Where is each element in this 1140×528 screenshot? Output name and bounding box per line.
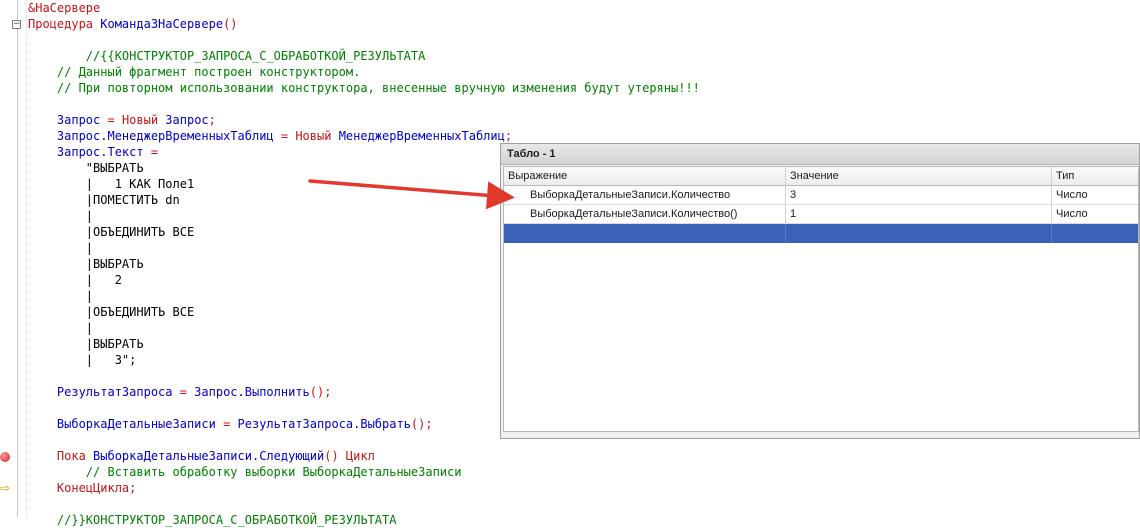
- table-row-selected-empty[interactable]: [504, 224, 1138, 243]
- code-token: //}}КОНСТРУКТОР_ЗАПРОСА_С_ОБРАБОТКОЙ_РЕЗ…: [28, 513, 397, 527]
- watch-grid[interactable]: Выражение Значение Тип ВыборкаДетальныеЗ…: [503, 166, 1139, 432]
- code-line: Пока ВыборкаДетальныеЗаписи.Следующий() …: [28, 448, 375, 464]
- column-header-type[interactable]: Тип: [1052, 167, 1140, 185]
- cell-type: Число: [1056, 189, 1088, 201]
- code-token: |ПОМЕСТИТЬ dn: [28, 193, 180, 207]
- breakpoint-icon[interactable]: [0, 452, 10, 462]
- code-token: ВыборкаДетальныеЗаписи.Следующий: [93, 449, 325, 463]
- code-line: |: [28, 288, 93, 304]
- code-line: //}}КОНСТРУКТОР_ЗАПРОСА_С_ОБРАБОТКОЙ_РЕЗ…: [28, 512, 397, 528]
- code-line: | 1 КАК Поле1: [28, 176, 194, 192]
- code-line: | 2: [28, 272, 122, 288]
- gutter-divider: [17, 0, 18, 517]
- code-line: |: [28, 208, 93, 224]
- code-token: |ОБЪЕДИНИТЬ ВСЕ: [28, 225, 195, 239]
- code-line: КонецЦикла;: [28, 480, 137, 496]
- code-line: |ВЫБРАТЬ: [28, 256, 144, 272]
- tablo-window[interactable]: Табло - 1 Выражение Значение Тип Выборка…: [500, 143, 1140, 439]
- code-token: =: [280, 129, 296, 143]
- code-token: Процедура: [28, 17, 101, 31]
- code-token: =: [179, 385, 195, 399]
- code-token: | 3";: [28, 353, 137, 367]
- fold-collapse-icon[interactable]: −: [12, 20, 21, 29]
- code-token: Запрос.Выполнить: [194, 385, 310, 399]
- code-token: =: [150, 145, 159, 159]
- code-token: "ВЫБРАТЬ: [28, 161, 144, 175]
- code-token: =: [107, 113, 122, 127]
- code-line: // Данный фрагмент построен конструкторо…: [28, 64, 360, 80]
- code-token: |ВЫБРАТЬ: [28, 257, 144, 271]
- code-token: |: [28, 241, 94, 255]
- code-token: Команда3НаСервере: [100, 17, 224, 31]
- code-token: КонецЦикла: [28, 481, 130, 495]
- cell-type-empty[interactable]: [1052, 224, 1140, 242]
- code-token: Запрос.МенеджерВременныхТаблиц: [28, 129, 281, 143]
- grid-header: Выражение Значение Тип: [504, 167, 1138, 186]
- code-token: (): [223, 17, 238, 31]
- cell-value: 3: [786, 186, 1052, 204]
- code-line: // Вставить обработку выборки ВыборкаДет…: [28, 464, 462, 480]
- code-line: |: [28, 240, 93, 256]
- code-line: |ВЫБРАТЬ: [28, 336, 144, 352]
- code-token: |ВЫБРАТЬ: [28, 337, 144, 351]
- code-token: //{{КОНСТРУКТОР_ЗАПРОСА_С_ОБРАБОТКОЙ_РЕЗ…: [28, 49, 426, 63]
- cell-expression: ВыборкаДетальныеЗаписи.Количество: [504, 186, 786, 204]
- column-header-value[interactable]: Значение: [786, 167, 1052, 185]
- code-token: | 2: [28, 273, 122, 287]
- code-token: (): [324, 449, 346, 463]
- code-token: ;: [208, 113, 216, 127]
- margin-guide: [26, 0, 27, 517]
- code-token: Пока: [28, 449, 94, 463]
- table-row[interactable]: ВыборкаДетальныеЗаписи.Количество() 1 Чи…: [504, 205, 1138, 224]
- cell-value-empty[interactable]: [786, 224, 1052, 242]
- code-token: РезультатЗапроса: [28, 385, 180, 399]
- cell-expression-empty[interactable]: [504, 224, 786, 242]
- code-token: Запрос: [165, 113, 209, 127]
- cell-value: 1: [786, 205, 1052, 223]
- code-line: |ОБЪЕДИНИТЬ ВСЕ: [28, 304, 194, 320]
- code-line: РезультатЗапроса = Запрос.Выполнить();: [28, 384, 332, 400]
- code-token: ВыборкаДетальныеЗаписи: [28, 417, 224, 431]
- code-line: |ПОМЕСТИТЬ dn: [28, 192, 180, 208]
- code-token: &НаСервере: [28, 1, 101, 15]
- code-line: | 3";: [28, 352, 137, 368]
- code-token: |ОБЪЕДИНИТЬ ВСЕ: [28, 305, 195, 319]
- cell-expression: ВыборкаДетальныеЗаписи.Количество(): [504, 205, 786, 223]
- code-token: ;: [504, 129, 513, 143]
- code-line: |: [28, 320, 93, 336]
- tablo-title: Табло - 1: [501, 144, 1139, 165]
- code-line: Процедура Команда3НаСервере(): [28, 16, 238, 32]
- code-token: ();: [309, 385, 332, 399]
- code-line: ВыборкаДетальныеЗаписи = РезультатЗапрос…: [28, 416, 433, 432]
- cell-type: Число: [1056, 208, 1088, 220]
- code-token: // Вставить обработку выборки ВыборкаДет…: [28, 465, 462, 479]
- code-token: Новый: [295, 129, 339, 143]
- code-token: Цикл: [345, 449, 375, 463]
- code-token: |: [28, 209, 94, 223]
- code-line: // При повторном использовании конструкт…: [28, 80, 700, 96]
- column-header-expression[interactable]: Выражение: [504, 167, 786, 185]
- code-line: Запрос.МенеджерВременныхТаблиц = Новый М…: [28, 128, 512, 144]
- code-line: Запрос = Новый Запрос;: [28, 112, 216, 128]
- code-token: Запрос: [28, 113, 108, 127]
- code-line: Запрос.Текст =: [28, 144, 158, 160]
- code-token: МенеджерВременныхТаблиц: [338, 129, 505, 143]
- code-token: // При повторном использовании конструкт…: [28, 81, 700, 95]
- code-token: Запрос.Текст: [28, 145, 151, 159]
- code-token: |: [28, 289, 94, 303]
- code-token: =: [223, 417, 238, 431]
- code-token: ;: [129, 481, 137, 495]
- code-token: Новый: [121, 113, 166, 127]
- code-line: "ВЫБРАТЬ: [28, 160, 144, 176]
- current-line-arrow-icon: ⇨: [0, 481, 11, 495]
- code-line: //{{КОНСТРУКТОР_ЗАПРОСА_С_ОБРАБОТКОЙ_РЕЗ…: [28, 48, 426, 64]
- code-token: ();: [410, 417, 433, 431]
- table-row[interactable]: ВыборкаДетальныеЗаписи.Количество 3 Числ…: [504, 186, 1138, 205]
- code-token: РезультатЗапроса.Выбрать: [237, 417, 411, 431]
- code-line: |ОБЪЕДИНИТЬ ВСЕ: [28, 224, 194, 240]
- code-token: // Данный фрагмент построен конструкторо…: [28, 65, 361, 79]
- code-token: |: [28, 321, 94, 335]
- code-line: &НаСервере: [28, 0, 100, 16]
- code-token: | 1 КАК Поле1: [28, 177, 195, 191]
